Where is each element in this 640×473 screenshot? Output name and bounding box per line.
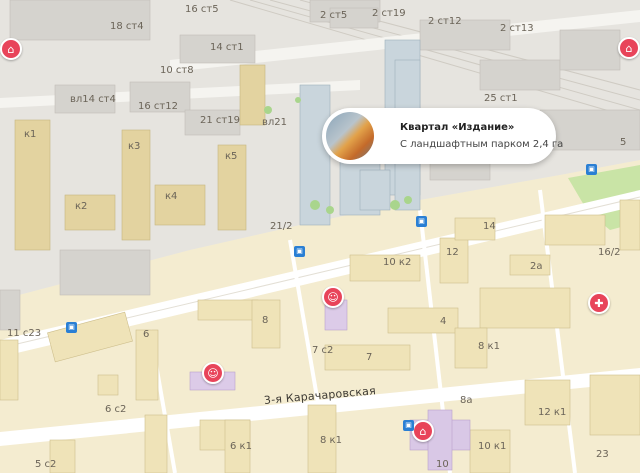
building-label: к3: [128, 141, 141, 152]
medical-bag-icon[interactable]: ✚: [588, 292, 610, 314]
building-label: 6 к1: [230, 441, 252, 452]
building-label: 14 ст1: [210, 42, 244, 53]
building-label: к5: [225, 151, 238, 162]
building-label: 14: [483, 221, 496, 232]
school-icon[interactable]: ⌂: [412, 420, 434, 442]
building-label: 25 ст1: [484, 93, 518, 104]
project-callout[interactable]: Квартал «Издание» С ландшафтным парком 2…: [322, 108, 563, 164]
building-label: 2 ст13: [500, 23, 534, 34]
building-label: 21 ст19: [200, 115, 240, 126]
building-label: 8а: [460, 395, 473, 406]
kindergarten-icon[interactable]: ☺: [322, 286, 344, 308]
building-label: 2а: [530, 261, 543, 272]
building-label: 21/2: [270, 221, 293, 232]
building-label: 2 ст19: [372, 8, 406, 19]
building-label: 16 ст12: [138, 101, 178, 112]
building-label: 6 с2: [105, 404, 127, 415]
building-label: 16 ст5: [185, 4, 219, 15]
building-label: вл21: [262, 117, 288, 128]
building-label: 10: [436, 459, 449, 470]
building-label: 6: [143, 329, 150, 340]
building-label: 10 к2: [383, 257, 412, 268]
building-label: 5 с2: [35, 459, 57, 470]
kindergarten-icon[interactable]: ⌂: [618, 37, 640, 59]
building-label: 8: [262, 315, 269, 326]
kindergarten-icon[interactable]: ☺: [202, 362, 224, 384]
building-label: 7: [366, 352, 373, 363]
building-label: 2 ст12: [428, 16, 462, 27]
building-label: 18 ст4: [110, 21, 144, 32]
building-label: 8 к1: [320, 435, 342, 446]
building-label: к2: [75, 201, 88, 212]
map-view[interactable]: 18 ст4 16 ст5 2 ст5 2 ст19 2 ст12 14 ст1…: [0, 0, 640, 473]
building-photo-icon: [326, 112, 374, 160]
building-label: 7 с2: [312, 345, 334, 356]
building-label: 16/2: [598, 247, 621, 258]
building-label: 4: [440, 316, 447, 327]
building-label: 23: [596, 449, 609, 460]
kindergarten-icon[interactable]: ⌂: [0, 38, 22, 60]
building-label: 2 ст5: [320, 10, 348, 21]
bus-stop-icon[interactable]: ▣: [586, 164, 597, 175]
building-label: 10 к1: [478, 441, 507, 452]
building-label: 11 с23: [7, 328, 42, 339]
building-label: вл14 ст4: [70, 94, 116, 105]
bus-stop-icon[interactable]: ▣: [294, 246, 305, 257]
bus-stop-icon[interactable]: ▣: [403, 420, 414, 431]
callout-subtitle: С ландшафтным парком 2,4 га: [400, 139, 564, 150]
bus-stop-icon[interactable]: ▣: [416, 216, 427, 227]
building-label: к4: [165, 191, 178, 202]
building-label: 5: [620, 137, 627, 148]
building-label: 8 к1: [478, 341, 500, 352]
building-label: 12 к1: [538, 407, 567, 418]
building-label: 10 ст8: [160, 65, 194, 76]
building-label: 12: [446, 247, 459, 258]
bus-stop-icon[interactable]: ▣: [66, 322, 77, 333]
callout-title: Квартал «Издание»: [400, 122, 515, 133]
building-label: к1: [24, 129, 37, 140]
